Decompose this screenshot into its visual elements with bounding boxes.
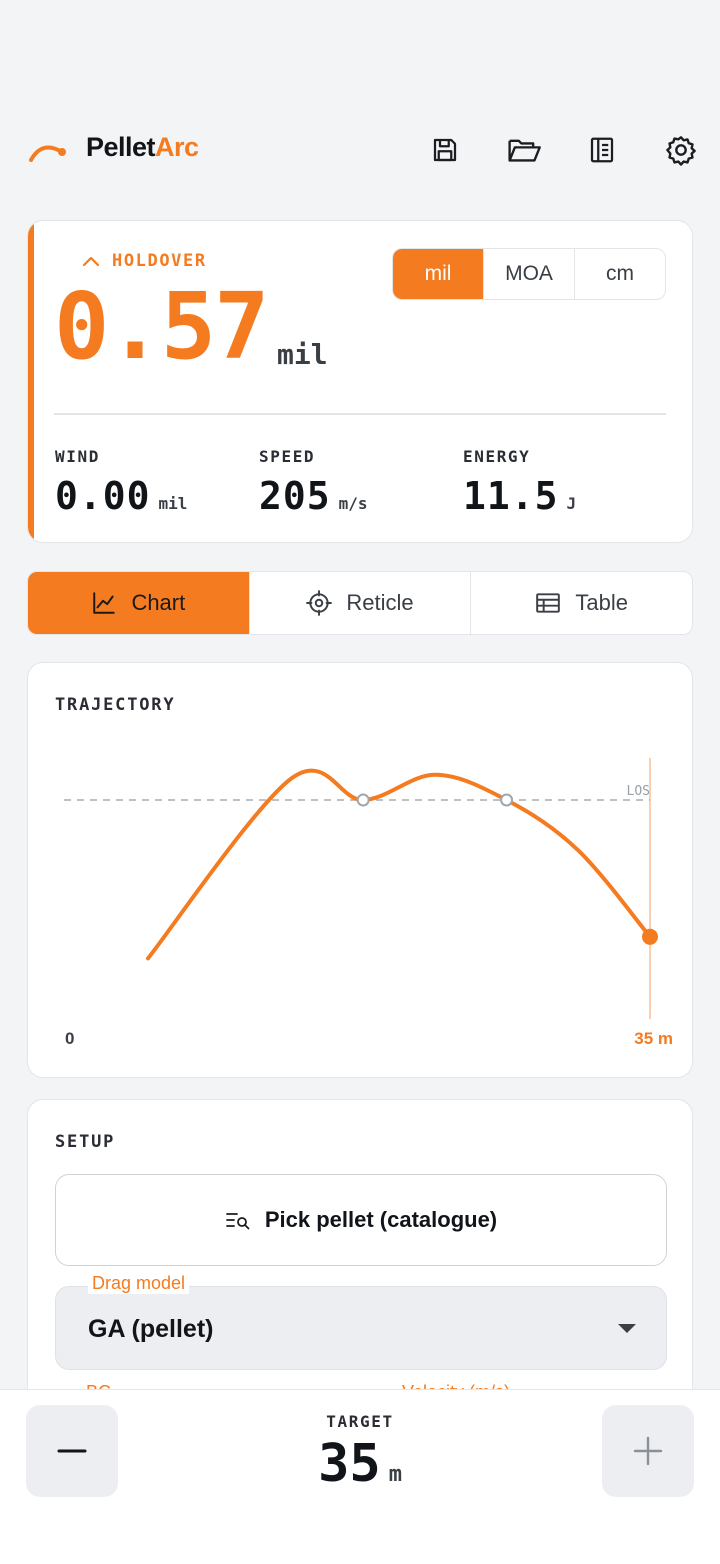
target-value: 35 [318,1434,381,1494]
unit-selector: mil MOA cm [392,248,666,300]
accent-bar [28,221,34,542]
stat-label: SPEED [259,447,316,466]
trajectory-series-line [146,768,652,961]
holdover-toggle[interactable]: HOLDOVER [82,251,207,271]
tab-table[interactable]: Table [470,572,692,634]
tab-label: Reticle [346,590,414,615]
drag-model-label: Drag model [88,1273,190,1294]
holdover-card: HOLDOVER mil MOA cm 0.57 mil WIND 0.00 m… [27,220,693,543]
chevron-up-icon [82,256,100,267]
table-icon [536,593,561,613]
open-button[interactable] [504,130,544,170]
stat-unit: J [566,494,577,513]
folder-open-icon [508,139,541,162]
stat-unit: m/s [338,494,368,513]
holdover-label: HOLDOVER [112,251,207,271]
crosshair-icon [306,590,333,616]
line-chart-icon [93,592,116,614]
target-point [642,928,658,945]
search-list-icon [225,1213,250,1230]
dropdown-arrow-icon [618,1324,636,1333]
trajectory-card: TRAJECTORY LOS 0 35 m [27,662,693,1078]
holdover-value: 0.57 [54,273,270,380]
divider [54,413,666,415]
settings-icon [666,136,696,166]
stat-label: WIND [55,447,100,466]
tab-chart[interactable]: Chart [28,572,249,634]
setup-card: SETUP Pick pellet (catalogue) Drag model… [27,1099,693,1419]
stat-value: 205 [259,474,331,518]
app-title: PelletArc [86,132,199,162]
trajectory-chart: LOS 0 35 m [64,758,673,1048]
drag-model-value: GA (pellet) [88,1315,214,1343]
stat-speed: SPEED 205 m/s [259,447,368,518]
settings-button[interactable] [661,130,701,170]
stat-value: 0.00 [55,474,151,518]
drag-model-select[interactable]: Drag model GA (pellet) [55,1273,667,1370]
zero-crossing-point [356,793,370,807]
view-tabs: Chart Reticle Table [27,571,693,635]
x-axis-start-label: 0 [65,1029,74,1048]
unit-option-cm[interactable]: cm [574,249,665,299]
setup-title: SETUP [55,1132,116,1152]
pick-pellet-label: Pick pellet (catalogue) [264,1207,498,1232]
unit-option-mil[interactable]: mil [393,249,483,299]
target-bar: TARGET 35 m [0,1389,720,1564]
plus-icon [633,1436,663,1466]
holdover-unit: mil [277,338,328,371]
target-unit: m [388,1462,402,1487]
unit-option-moa[interactable]: MOA [483,249,574,299]
increase-target-button[interactable] [602,1405,694,1497]
los-label: LOS [627,784,650,799]
pick-pellet-button[interactable]: Pick pellet (catalogue) [55,1174,667,1266]
logbook-button[interactable] [582,130,622,170]
x-axis-end-label: 35 m [634,1029,673,1048]
tab-label: Chart [131,590,186,615]
notebook-icon [590,137,614,163]
logo-arc-icon [29,145,66,162]
tab-reticle[interactable]: Reticle [248,572,471,634]
zero-crossing-point [500,793,514,807]
app-header: PelletArc [0,120,720,180]
stat-value: 11.5 [463,474,559,518]
tab-label: Table [575,590,628,615]
stat-unit: mil [158,494,188,513]
save-icon [433,138,457,162]
stat-energy: ENERGY 11.5 J [463,447,576,518]
stat-wind: WIND 0.00 mil [55,447,187,518]
save-button[interactable] [425,130,465,170]
stat-label: ENERGY [463,447,531,466]
